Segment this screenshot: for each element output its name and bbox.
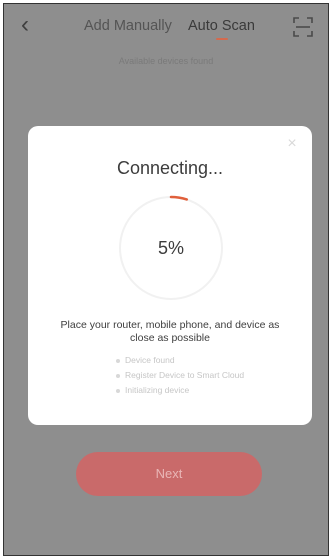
close-icon: × <box>287 135 297 152</box>
devices-found-subtitle: Available devices found <box>118 56 214 66</box>
dialog-title: Connecting... <box>116 158 224 178</box>
step-item: Initializing device <box>116 383 306 398</box>
active-tab-indicator <box>216 38 228 40</box>
scan-frame-icon <box>293 17 313 37</box>
app-screen: ‹ Add Manually Auto Scan Available devic… <box>3 3 329 556</box>
tab-auto-scan[interactable]: Auto Scan <box>188 18 255 34</box>
close-button[interactable]: × <box>284 136 300 152</box>
placement-instruction: Place your router, mobile phone, and dev… <box>60 319 280 344</box>
step-item: Device found <box>116 353 306 368</box>
progress-percent: 5% <box>157 238 184 258</box>
scan-button[interactable] <box>292 16 314 38</box>
chevron-left-icon: ‹ <box>21 11 29 38</box>
step-dot-icon <box>116 373 120 378</box>
next-button[interactable]: Next <box>76 452 262 496</box>
connecting-dialog: × Connecting... 5% Place your router, mo… <box>28 126 312 425</box>
tab-add-manually[interactable]: Add Manually <box>84 18 172 34</box>
header: ‹ Add Manually Auto Scan <box>4 4 328 48</box>
step-dot-icon <box>116 388 120 393</box>
step-item: Register Device to Smart Cloud <box>116 368 306 383</box>
step-dot-icon <box>116 358 120 363</box>
back-button[interactable]: ‹ <box>14 12 36 38</box>
connection-steps: Device found Register Device to Smart Cl… <box>116 353 306 398</box>
